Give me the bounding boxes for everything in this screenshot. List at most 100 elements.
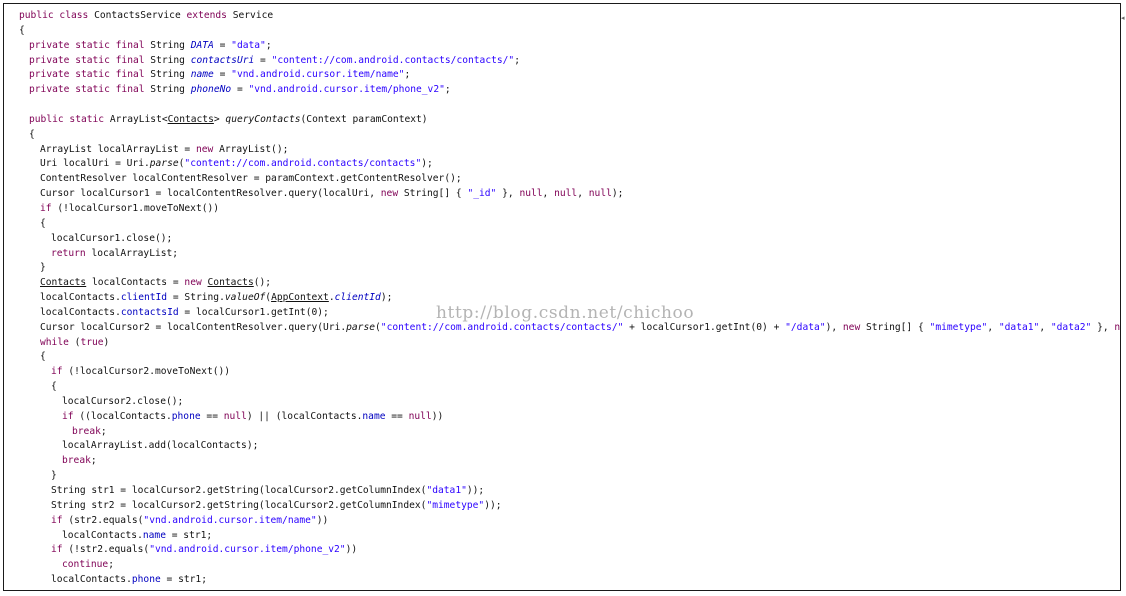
code-token: (Context paramContext) — [300, 113, 428, 125]
code-token: phone — [131, 574, 161, 586]
code-line: { — [4, 24, 1120, 39]
code-token: ); — [380, 292, 393, 304]
code-token: valueOf — [224, 292, 266, 304]
code-token: null — [223, 410, 247, 422]
code-token: > — [213, 113, 226, 125]
code-token: ContentResolver localContentResolver = p… — [40, 173, 462, 185]
code-token: = — [213, 39, 232, 51]
code-token: String str2 = localCursor2.getString(loc… — [51, 499, 427, 511]
code-token: localArrayList.add(localContacts); — [62, 440, 259, 452]
code-token: { — [51, 381, 57, 393]
code-line: String str1 = localCursor2.getString(loc… — [4, 484, 1120, 499]
code-token: (!localCursor2.moveToNext()) — [68, 366, 231, 378]
code-token: return — [51, 247, 92, 259]
code-token: ArrayList localArrayList = — [40, 143, 196, 155]
code-token: ; — [108, 559, 114, 571]
code-token: ; — [100, 425, 107, 437]
code-token: ArrayList< — [109, 113, 168, 125]
code-token: ) || (localContacts. — [246, 410, 363, 422]
code-token: phone — [171, 410, 201, 422]
code-token: )); — [484, 499, 502, 511]
code-token: "data1" — [426, 485, 467, 496]
code-line: return localArrayList; — [4, 247, 1120, 262]
code-token: contactsId — [120, 306, 179, 318]
code-line: localContacts.phone = str1; — [4, 573, 1120, 588]
code-token: parse — [346, 321, 376, 333]
code-line: while (true) — [4, 336, 1120, 351]
code-token: private static final — [29, 84, 151, 96]
code-token: localCursor2.close(); — [62, 395, 184, 407]
code-token: private static final — [29, 69, 151, 81]
code-token: if — [51, 366, 69, 378]
code-token: ; — [514, 54, 520, 66]
code-token: new — [380, 188, 404, 200]
code-token: , — [1039, 321, 1051, 333]
code-token: clientId — [120, 292, 168, 304]
code-token: if — [62, 410, 80, 422]
scroll-arrow-icon[interactable]: ◂ — [1121, 14, 1125, 22]
code-token: null — [408, 410, 432, 422]
code-line: private static final String phoneNo = "v… — [4, 83, 1120, 98]
code-token: = localCursor1.getInt(0); — [178, 306, 329, 318]
code-token: if — [51, 514, 69, 526]
code-line: { — [4, 350, 1120, 365]
code-token: null — [519, 188, 543, 200]
code-token: contactsUri — [190, 54, 255, 66]
code-token: Cursor localCursor1 = localContentResolv… — [40, 188, 381, 200]
code-line: localCursor1.close(); — [4, 232, 1120, 247]
code-line: ArrayList localArrayList = new ArrayList… — [4, 143, 1120, 158]
code-token: ; — [404, 69, 411, 81]
code-token: if — [40, 202, 58, 214]
code-token: (str2.equals( — [68, 514, 144, 526]
code-token: "content://com.android.contacts/contacts… — [271, 54, 515, 66]
code-token: Contacts — [167, 113, 214, 125]
code-line: localArrayList.add(localContacts); — [4, 439, 1120, 454]
code-token: localContacts. — [62, 529, 143, 541]
code-line: Contacts localContacts = new Contacts(); — [4, 276, 1120, 291]
code-token: , — [542, 188, 555, 200]
code-line: if (!localCursor2.moveToNext()) — [4, 365, 1120, 380]
code-token: }, — [496, 188, 520, 200]
code-token: String — [150, 39, 191, 51]
code-token: )) — [431, 410, 444, 422]
code-token: localContacts. — [40, 306, 121, 318]
code-line: if (str2.equals("vnd.android.cursor.item… — [4, 514, 1120, 529]
code-token: localContacts = — [86, 277, 185, 289]
code-token: )); — [466, 485, 485, 496]
code-line: { — [4, 380, 1120, 395]
code-token: = — [213, 69, 232, 81]
code-token: Uri localUri = Uri. — [40, 158, 150, 170]
code-token: String — [150, 54, 191, 66]
code-token: break — [72, 425, 101, 437]
code-token: String — [150, 84, 191, 96]
code-token: ); — [421, 158, 433, 170]
code-listing: public class ContactsService extends Ser… — [4, 9, 1120, 588]
code-token: = str1; — [160, 574, 207, 586]
code-token: ) — [103, 336, 110, 348]
code-token: ; — [444, 84, 451, 96]
code-line: localCursor2.close(); — [4, 395, 1120, 410]
code-token: )) — [345, 544, 358, 556]
code-token: while — [40, 336, 75, 348]
code-token: null — [554, 188, 578, 200]
code-token: null — [1114, 321, 1121, 333]
code-line: break; — [4, 425, 1120, 440]
code-token: name — [190, 69, 214, 81]
code-line: public static ArrayList<Contacts> queryC… — [4, 113, 1120, 128]
code-line: { — [4, 128, 1120, 143]
code-token: localCursor1.close(); — [51, 232, 173, 244]
code-token: "_id" — [467, 188, 497, 200]
code-token: "vnd.android.cursor.item/name" — [143, 514, 317, 526]
code-token: name — [142, 529, 166, 541]
code-token: { — [40, 351, 46, 363]
code-line: { — [4, 217, 1120, 232]
code-token: String — [150, 69, 191, 81]
code-token: "data" — [231, 39, 266, 51]
code-token: public static — [29, 113, 110, 125]
code-token: == — [200, 410, 224, 422]
code-token: new — [184, 277, 208, 289]
code-token: phoneNo — [190, 84, 232, 96]
code-token: ; — [90, 455, 97, 467]
code-line: if (!str2.equals("vnd.android.cursor.ite… — [4, 543, 1120, 558]
code-token: = String. — [167, 292, 225, 304]
